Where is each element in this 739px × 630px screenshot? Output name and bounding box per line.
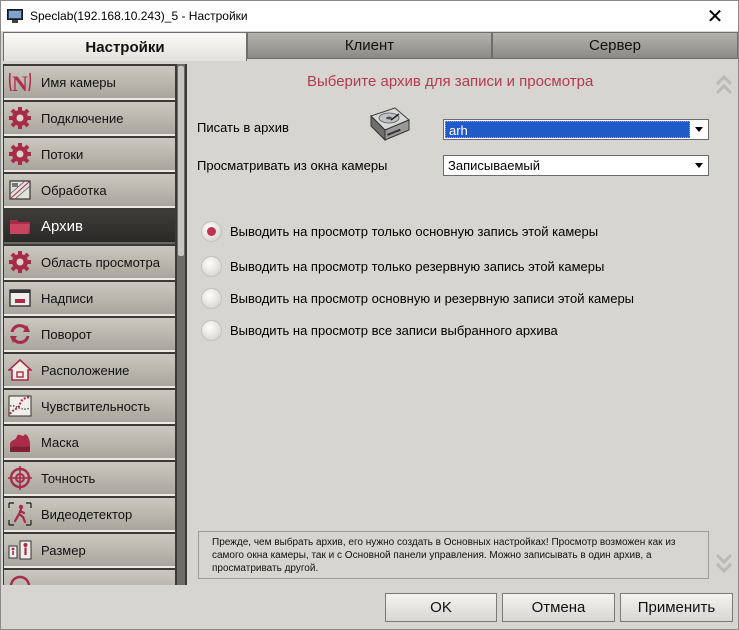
sidebar-item-label: Поворот	[41, 326, 92, 342]
mask-icon	[7, 429, 33, 455]
radio-backup-only[interactable]: Выводить на просмотр только резервную за…	[201, 256, 604, 277]
close-icon: ✕	[706, 5, 724, 28]
tab-client[interactable]: Клиент	[247, 32, 492, 59]
window-title: Speclab(192.168.10.243)_5 - Настройки	[30, 9, 248, 23]
view-archive-select[interactable]: Записываемый	[443, 155, 709, 176]
sidebar-item-rotation[interactable]: Поворот	[4, 318, 175, 352]
sidebar-item-size[interactable]: Размер	[4, 534, 175, 568]
sidebar-item-view-area[interactable]: Область просмотра	[4, 246, 175, 280]
apply-button[interactable]: Применить	[620, 593, 733, 622]
gear-icon	[7, 105, 33, 131]
sidebar-item-label: Обработка	[41, 182, 107, 198]
radio-button[interactable]	[201, 320, 222, 341]
close-button[interactable]: ✕	[692, 1, 738, 31]
svg-text:N: N	[12, 71, 28, 94]
tab-client-label: Клиент	[344, 37, 395, 54]
house-icon	[7, 357, 33, 383]
sidebar-item-label: Точность	[41, 470, 96, 486]
radio-label: Выводить на просмотр только основную зап…	[230, 224, 599, 239]
radio-button[interactable]	[201, 288, 222, 309]
archive-select[interactable]: arh	[443, 119, 709, 140]
sidebar-item-label: Видеодетектор	[41, 506, 133, 522]
scroll-up-icon[interactable]	[715, 72, 733, 98]
radio-label: Выводить на просмотр только резервную за…	[230, 259, 605, 274]
title-bar: Speclab(192.168.10.243)_5 - Настройки ✕	[1, 1, 738, 31]
chevron-down-icon[interactable]	[691, 157, 707, 174]
sidebar-item-video-detector[interactable]: Видеодетектор	[4, 498, 175, 532]
walking-person-icon	[7, 501, 33, 527]
sidebar-item-captions[interactable]: Надписи	[4, 282, 175, 316]
sidebar-item-label: Размер	[41, 542, 86, 558]
monitor-icon	[7, 8, 23, 24]
sidebar-item-partial[interactable]	[4, 570, 175, 585]
sidebar-item-streams[interactable]: Потоки	[4, 138, 175, 172]
target-icon	[7, 465, 33, 491]
caption-icon	[7, 285, 33, 311]
sidebar: N Имя камеры Подключение Потоки Обработк…	[3, 64, 187, 585]
sidebar-item-label: Чувствительность	[41, 398, 151, 414]
tab-bar: Настройки Клиент Сервер	[1, 32, 738, 61]
sidebar-item-mask[interactable]: Маска	[4, 426, 175, 460]
sidebar-item-label: Маска	[41, 434, 79, 450]
folder-icon	[7, 213, 33, 239]
sidebar-item-sensitivity[interactable]: Чувствительность	[4, 390, 175, 424]
archive-settings-panel: Выберите архив для записи и просмотра Пи…	[189, 64, 738, 585]
sidebar-item-connection[interactable]: Подключение	[4, 102, 175, 136]
page-title: Выберите архив для записи и просмотра	[307, 73, 594, 90]
info-note: Прежде, чем выбрать архив, его нужно соз…	[198, 531, 709, 579]
sidebar-item-label: Расположение	[41, 362, 130, 378]
tab-settings-label: Настройки	[85, 38, 165, 56]
sidebar-scroll-thumb[interactable]	[178, 66, 184, 256]
camera-name-icon: N	[7, 69, 33, 95]
chevron-down-icon[interactable]	[691, 121, 707, 138]
sidebar-item-label: Потоки	[41, 146, 84, 162]
size-icon	[7, 537, 33, 563]
sidebar-item-location[interactable]: Расположение	[4, 354, 175, 388]
gear-icon	[7, 141, 33, 167]
sidebar-item-camera-name[interactable]: N Имя камеры	[4, 66, 175, 100]
gear-icon	[7, 249, 33, 275]
radio-main-only[interactable]: Выводить на просмотр только основную зап…	[201, 221, 598, 242]
scroll-down-icon[interactable]	[715, 550, 733, 576]
write-archive-label: Писать в архив	[197, 120, 289, 135]
radio-all-records[interactable]: Выводить на просмотр все записи выбранно…	[201, 320, 558, 341]
archive-select-value: arh	[445, 121, 690, 138]
radio-button-checked[interactable]	[201, 221, 222, 242]
image-processing-icon	[7, 177, 33, 203]
sidebar-item-label: Подключение	[41, 110, 124, 126]
settings-window: Speclab(192.168.10.243)_5 - Настройки ✕ …	[0, 0, 739, 630]
view-archive-label: Просматривать из окна камеры	[197, 158, 388, 173]
radio-button[interactable]	[201, 256, 222, 277]
tab-server-label: Сервер	[588, 37, 641, 54]
sidebar-item-archive[interactable]: Архив	[4, 210, 175, 244]
radio-main-and-backup[interactable]: Выводить на просмотр основную и резервну…	[201, 288, 634, 309]
rotate-icon	[7, 321, 33, 347]
sensitivity-icon	[7, 393, 33, 419]
sidebar-item-accuracy[interactable]: Точность	[4, 462, 175, 496]
sidebar-item-label: Имя камеры	[41, 74, 116, 90]
radio-label: Выводить на просмотр основную и резервну…	[230, 291, 635, 306]
tab-server[interactable]: Сервер	[492, 32, 738, 59]
ok-button[interactable]: OK	[385, 593, 497, 622]
sidebar-item-label: Архив	[41, 217, 84, 235]
hard-drive-icon	[370, 107, 410, 142]
sidebar-item-label: Область просмотра	[41, 254, 160, 270]
radio-label: Выводить на просмотр все записи выбранно…	[230, 323, 558, 338]
view-archive-select-value: Записываемый	[448, 158, 540, 173]
cancel-button[interactable]: Отмена	[502, 593, 615, 622]
sidebar-item-processing[interactable]: Обработка	[4, 174, 175, 208]
tab-settings[interactable]: Настройки	[3, 32, 247, 61]
target-icon	[7, 573, 33, 585]
sidebar-item-label: Надписи	[41, 290, 94, 306]
